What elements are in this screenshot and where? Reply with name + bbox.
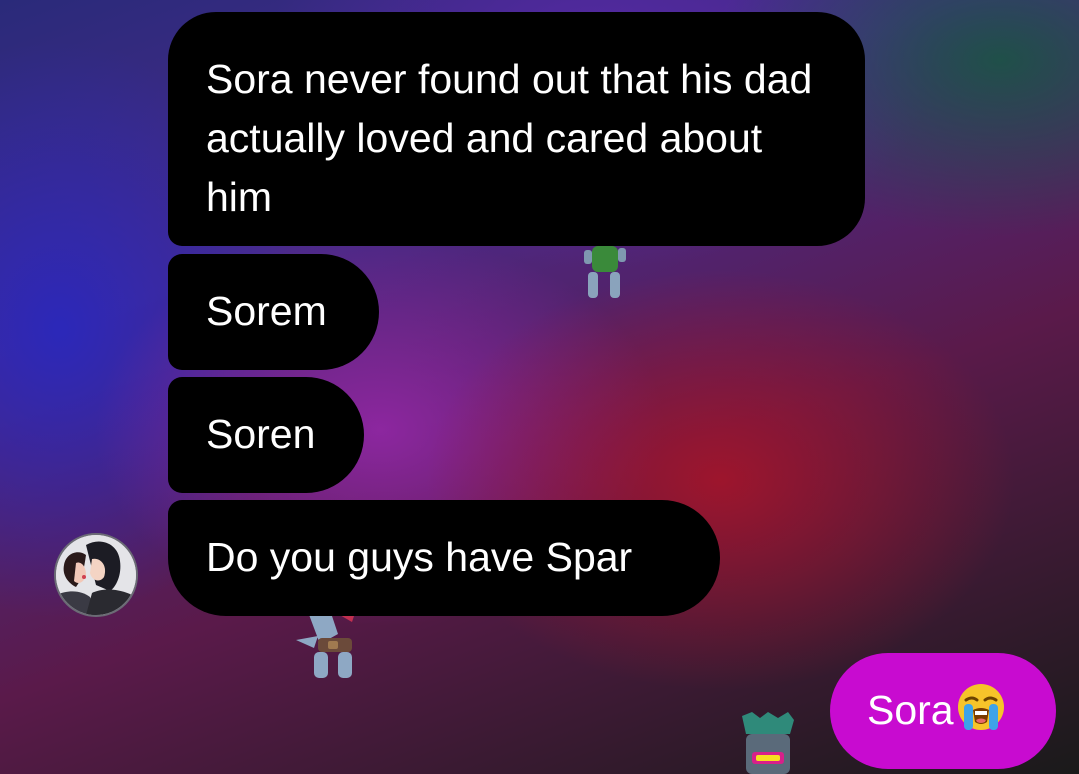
message-text: Sorem (206, 288, 327, 334)
sender-avatar[interactable] (54, 533, 138, 617)
incoming-message[interactable]: Do you guys have Spar (168, 500, 720, 616)
message-text: Do you guys have Spar (206, 534, 633, 580)
loudly-crying-face-emoji-icon (957, 684, 1004, 730)
chat-thread: Sora never found out that his dad actual… (0, 0, 1079, 774)
wallpaper-figure-middle (296, 610, 356, 678)
message-text: Sora never found out that his dad actual… (206, 56, 813, 220)
incoming-message[interactable]: Sora never found out that his dad actual… (168, 12, 865, 246)
incoming-message[interactable]: Sorem (168, 254, 379, 370)
outgoing-message[interactable]: Sora (830, 653, 1056, 769)
incoming-message[interactable]: Soren (168, 377, 364, 493)
message-text: Sora (867, 687, 954, 733)
message-text: Soren (206, 411, 316, 457)
wallpaper-figure-top (584, 246, 626, 298)
avatar-image-icon (56, 535, 136, 615)
wallpaper-figure-bottom (742, 712, 794, 774)
